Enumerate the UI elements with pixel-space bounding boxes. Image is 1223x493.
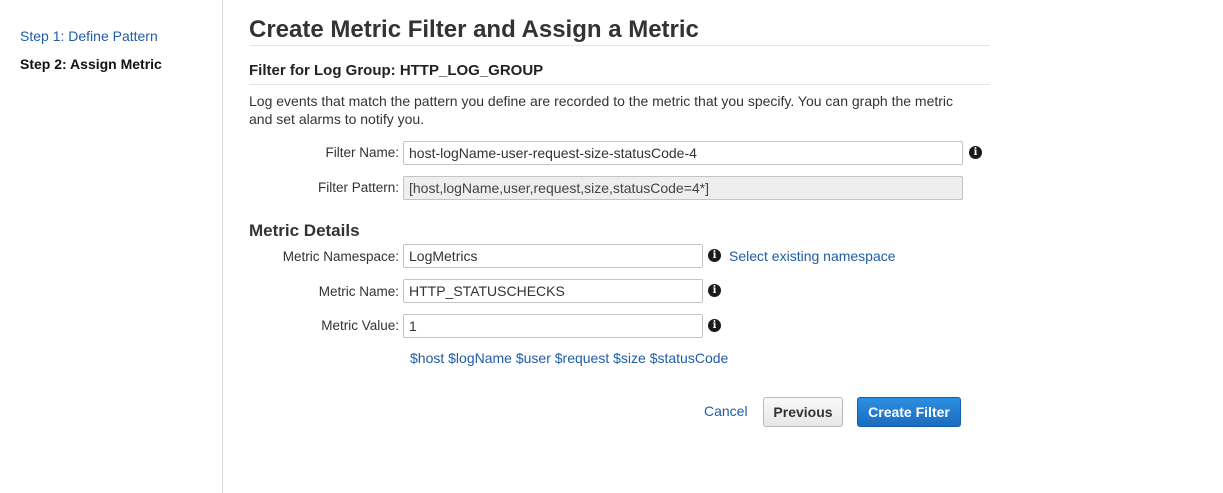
log-group-subtitle: Filter for Log Group: HTTP_LOG_GROUP <box>249 62 544 79</box>
info-icon[interactable]: i <box>708 249 721 262</box>
metric-namespace-label: Metric Namespace: <box>282 249 399 264</box>
page-description: Log events that match the pattern you de… <box>249 93 954 127</box>
metric-value-label: Metric Value: <box>321 318 399 333</box>
subtitle-divider <box>249 84 990 85</box>
cancel-link[interactable]: Cancel <box>704 403 748 419</box>
info-icon[interactable]: i <box>708 319 721 332</box>
metric-value-variables-hint[interactable]: $host $logName $user $request $size $sta… <box>410 350 728 366</box>
metric-name-input[interactable] <box>403 279 703 303</box>
filter-name-input[interactable] <box>403 141 963 165</box>
previous-button[interactable]: Previous <box>763 397 843 427</box>
step-assign-metric-current: Step 2: Assign Metric <box>20 56 162 72</box>
main-content: Create Metric Filter and Assign a Metric… <box>249 0 994 493</box>
filter-pattern-label: Filter Pattern: <box>317 180 399 195</box>
metric-name-label: Metric Name: <box>318 284 399 299</box>
info-icon[interactable]: i <box>969 146 982 159</box>
filter-pattern-field <box>403 176 963 200</box>
select-existing-namespace-link[interactable]: Select existing namespace <box>729 248 896 264</box>
wizard-sidebar: Step 1: Define Pattern Step 2: Assign Me… <box>0 0 223 493</box>
step-define-pattern-link[interactable]: Step 1: Define Pattern <box>20 28 158 44</box>
title-divider <box>249 45 990 46</box>
page-title: Create Metric Filter and Assign a Metric <box>249 16 699 43</box>
metric-value-input[interactable] <box>403 314 703 338</box>
metric-details-heading: Metric Details <box>249 221 360 240</box>
filter-name-label: Filter Name: <box>325 145 399 160</box>
create-filter-button[interactable]: Create Filter <box>857 397 961 427</box>
info-icon[interactable]: i <box>708 284 721 297</box>
metric-namespace-input[interactable] <box>403 244 703 268</box>
